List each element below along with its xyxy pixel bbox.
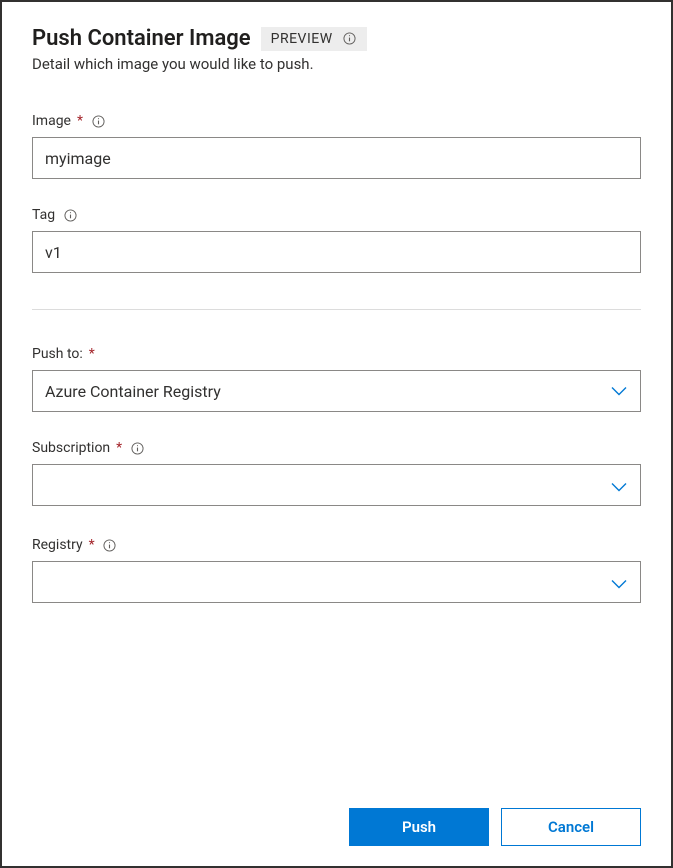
push-to-select-wrap: Azure Container Registry [32,370,641,412]
image-label-row: Image * [32,113,641,129]
info-icon[interactable] [63,208,77,222]
registry-field-group: Registry * [32,537,641,606]
cancel-button[interactable]: Cancel [501,808,641,846]
subscription-label-row: Subscription * [32,440,641,456]
image-input[interactable] [32,137,641,179]
page-title: Push Container Image [32,26,251,51]
push-to-field-group: Push to: * Azure Container Registry [32,346,641,412]
preview-badge-label: PREVIEW [271,31,333,47]
required-indicator: * [77,113,83,129]
image-field-group: Image * [32,113,641,179]
tag-label-row: Tag [32,207,641,223]
info-icon[interactable] [130,441,144,455]
required-indicator: * [89,346,95,362]
tag-label: Tag [32,207,55,223]
push-to-select[interactable]: Azure Container Registry [32,370,641,412]
info-icon[interactable] [91,114,105,128]
push-to-label-row: Push to: * [32,346,641,362]
header: Push Container Image PREVIEW [32,26,641,51]
tag-input[interactable] [32,231,641,273]
subscription-field-group: Subscription * [32,440,641,509]
registry-label-row: Registry * [32,537,641,553]
subscription-select-wrap [32,464,641,509]
tag-field-group: Tag [32,207,641,273]
divider [32,309,641,310]
push-container-image-panel: Push Container Image PREVIEW Detail whic… [2,2,671,866]
info-icon[interactable] [103,538,117,552]
subtitle: Detail which image you would like to pus… [32,55,641,73]
preview-badge: PREVIEW [261,27,367,51]
push-button[interactable]: Push [349,808,489,846]
subscription-label: Subscription [32,440,110,456]
registry-select-wrap [32,561,641,606]
registry-label: Registry [32,537,83,553]
image-label: Image [32,113,71,129]
required-indicator: * [89,537,95,553]
footer: Push Cancel [32,788,641,846]
required-indicator: * [116,440,122,456]
push-to-label: Push to: [32,346,83,362]
registry-select[interactable] [32,561,641,603]
info-icon[interactable] [343,32,357,46]
subscription-select[interactable] [32,464,641,506]
